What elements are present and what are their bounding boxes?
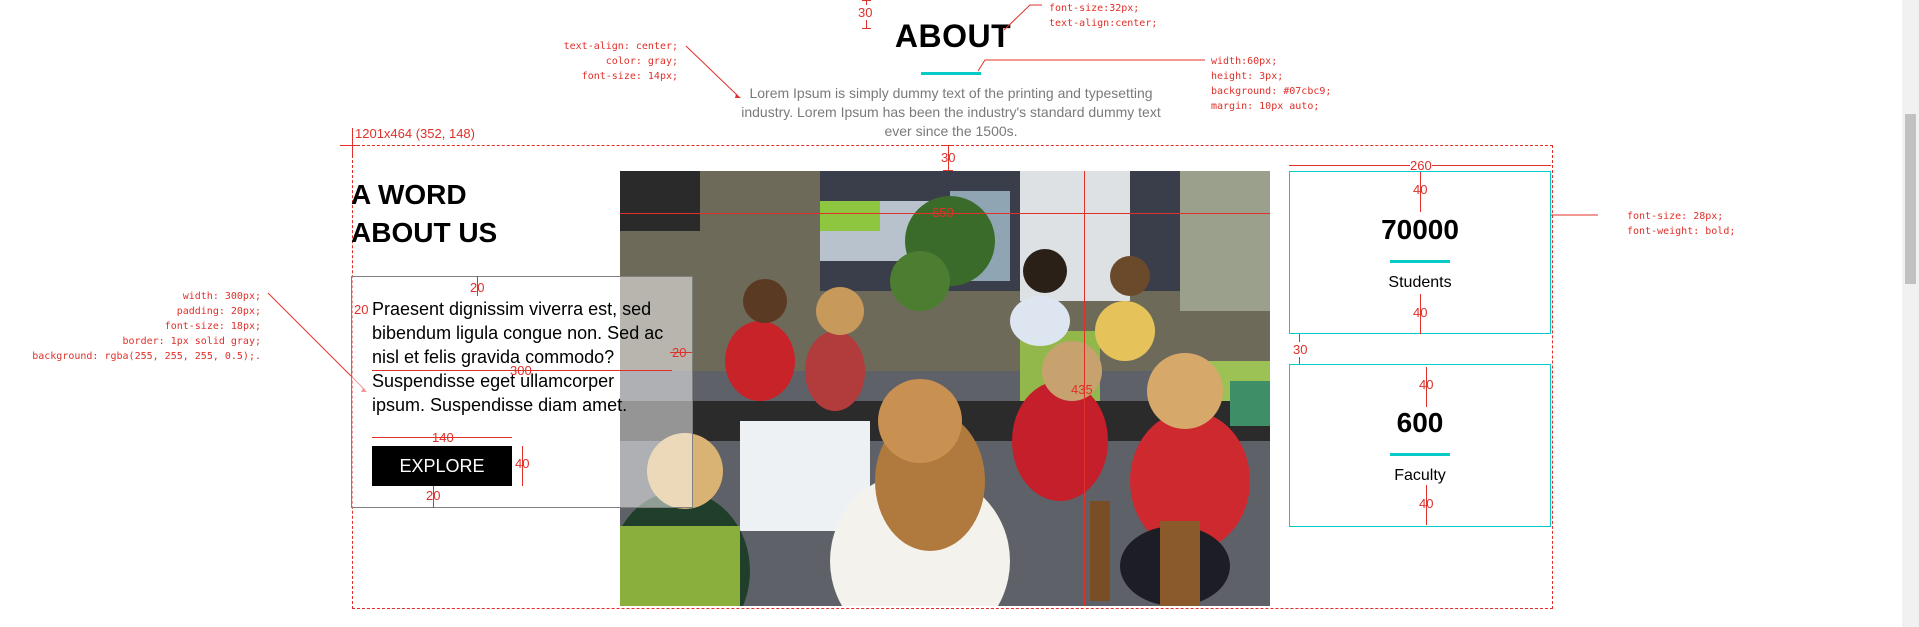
css-line: font-size:32px;: [1049, 3, 1140, 14]
css-line: width: 300px;: [182, 291, 261, 302]
css-line: font-size: 14px;: [581, 71, 678, 82]
css-line: color: gray;: [605, 56, 678, 67]
css-line: text-align:center;: [1049, 18, 1158, 29]
css-line: font-weight: bold;: [1627, 226, 1736, 237]
stat-card-students: 70000 Students 40 40: [1289, 171, 1551, 334]
container-size-label: 1201x464 (352, 148): [355, 126, 475, 141]
stat-number: 600: [1396, 407, 1444, 438]
dim-label: 20: [672, 345, 687, 360]
dim-label: 40: [515, 456, 530, 471]
css-line: border: 1px solid gray;: [122, 336, 261, 347]
css-line: height: 3px;: [1211, 71, 1284, 82]
css-line: background: rgba(255, 255, 255, 0.5);.: [32, 351, 261, 362]
spacing-cap: [943, 170, 953, 171]
css-line: padding: 20px;: [176, 306, 261, 317]
css-annotation: font-size:32px; text-align:center;: [1049, 1, 1157, 31]
dim-label: 40: [1413, 305, 1428, 320]
stat-number: 70000: [1381, 214, 1459, 245]
stat-accent-bar: [1390, 260, 1450, 263]
crosshair: [340, 145, 360, 146]
dim-label: 20: [470, 280, 485, 295]
dim-label: 30: [941, 150, 956, 165]
stat-label: Faculty: [1394, 467, 1446, 484]
dim-label: 40: [1419, 377, 1434, 392]
css-line: margin: 10px auto;: [1211, 101, 1320, 112]
css-line: font-size: 18px;: [164, 321, 261, 332]
dim-label: 30: [1293, 342, 1308, 357]
dim-label: 140: [432, 430, 454, 445]
info-text: Praesent dignissim viverra est, sed bibe…: [372, 299, 664, 415]
dim-label: 20: [426, 488, 441, 503]
stat-label: Students: [1388, 274, 1452, 291]
css-line: background: #07cbc9;: [1211, 86, 1332, 97]
css-line: width:60px;: [1211, 56, 1278, 67]
dim-label: 435: [1071, 382, 1093, 397]
section-title-line: A WORD: [351, 179, 467, 210]
stat-card-faculty: 600 Faculty 40 40: [1289, 364, 1551, 527]
classroom-photo: [620, 171, 1270, 606]
dim-label: 40: [1413, 182, 1428, 197]
dim-label: 300: [510, 363, 532, 378]
dim-label: 650: [932, 205, 954, 220]
spacing-cap: [943, 145, 953, 146]
stat-accent-bar: [1390, 453, 1450, 456]
vertical-scrollbar[interactable]: [1902, 0, 1919, 627]
css-annotation: width: 300px; padding: 20px; font-size: …: [20, 289, 261, 364]
dim-label: 40: [1419, 496, 1434, 511]
explore-button[interactable]: EXPLORE: [372, 446, 512, 486]
css-annotation: width:60px; height: 3px; background: #07…: [1211, 54, 1331, 114]
dim-label: 20: [354, 302, 369, 317]
css-line: text-align: center;: [563, 41, 678, 52]
crosshair: [352, 128, 353, 158]
section-title-line: ABOUT US: [351, 217, 498, 248]
scrollbar-thumb[interactable]: [1905, 114, 1916, 284]
css-annotation: text-align: center; color: gray; font-si…: [520, 39, 678, 84]
css-annotation: font-size: 28px; font-weight: bold;: [1627, 209, 1735, 239]
css-line: font-size: 28px;: [1627, 211, 1724, 222]
section-title: A WORD ABOUT US: [351, 176, 497, 252]
